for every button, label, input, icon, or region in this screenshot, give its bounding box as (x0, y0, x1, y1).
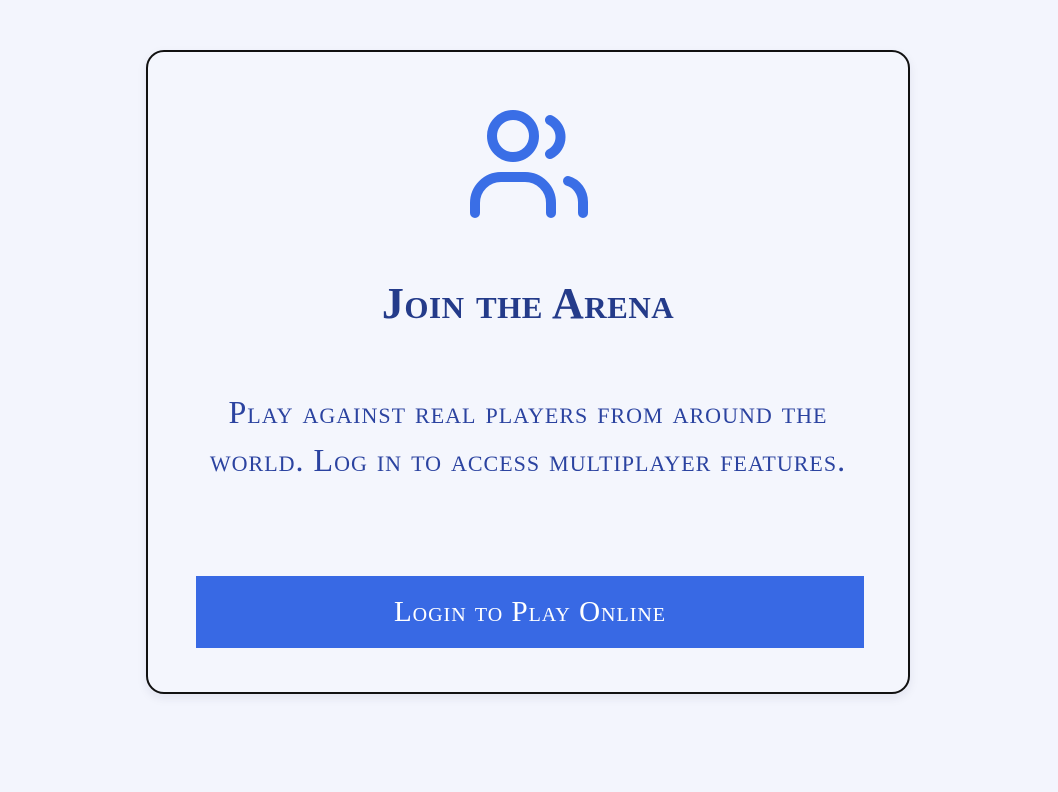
join-arena-card: Join the Arena Play against real players… (146, 50, 910, 694)
card-description: Play against real players from around th… (209, 394, 847, 478)
users-icon (470, 108, 590, 220)
login-to-play-button[interactable]: Login to Play Online (196, 576, 864, 648)
card-title: Join the Arena (381, 279, 675, 328)
